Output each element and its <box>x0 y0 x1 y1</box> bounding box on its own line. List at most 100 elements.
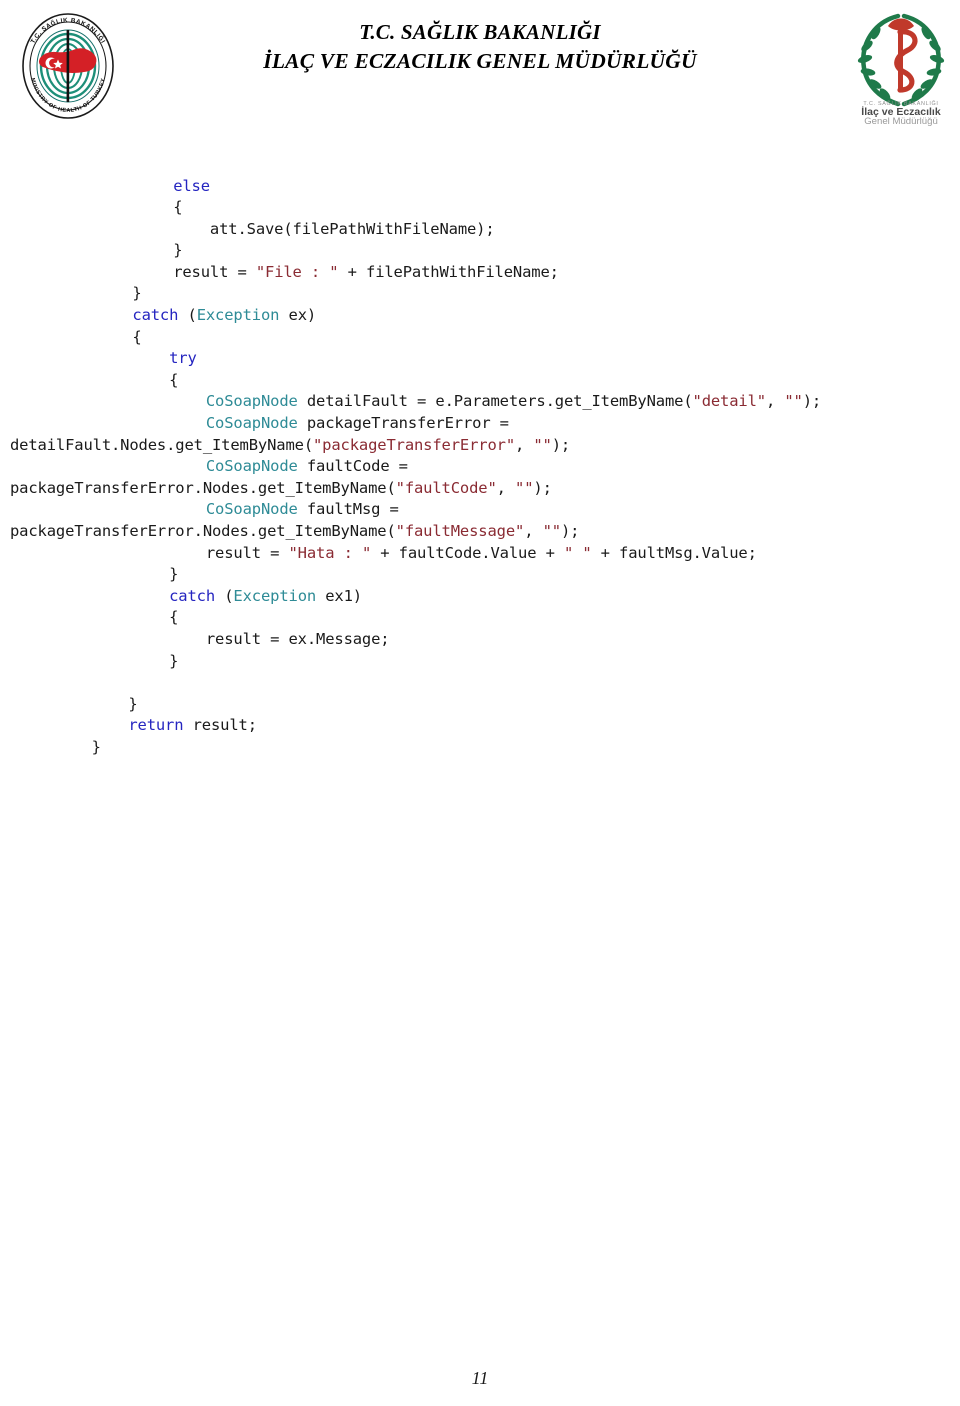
code-token-plain: , <box>496 478 516 497</box>
page-header: T.C. SAĞLIK BAKANLIĞI MINISTRY OF HEALTH… <box>0 0 960 132</box>
code-token-plain: detailFault = e.Parameters.get_ItemByNam… <box>297 392 693 411</box>
code-line: catch (Exception ex1) <box>0 586 960 608</box>
code-token-type: CoSoapNode <box>205 414 298 433</box>
code-token-plain: } <box>132 284 142 303</box>
code-line: } <box>0 564 960 586</box>
code-line: } <box>0 694 960 716</box>
code-token-plain: ); <box>551 435 571 454</box>
page-footer: 11 <box>0 1368 960 1389</box>
code-line: } <box>0 240 960 262</box>
code-token-plain: { <box>132 370 179 389</box>
code-token-plain: faultCode = <box>297 457 408 476</box>
code-token-plain: detailFault.Nodes.get_ItemByName( <box>10 435 313 454</box>
code-token-plain: + faultMsg.Value; <box>591 543 757 562</box>
code-token-plain: } <box>91 694 138 713</box>
code-line: result = "Hata : " + faultCode.Value + "… <box>0 543 960 565</box>
code-token-plain: { <box>173 198 183 217</box>
code-line: else <box>0 176 960 198</box>
code-token-plain: } <box>132 565 179 584</box>
code-token-kw: else <box>173 176 210 195</box>
header-title-line-1: T.C. SAĞLIK BAKANLIĞI <box>359 20 601 44</box>
code-token-str: "" <box>784 392 803 411</box>
code-line: CoSoapNode detailFault = e.Parameters.ge… <box>0 391 960 413</box>
code-token-plain: ex) <box>279 306 317 325</box>
code-block: else{ att.Save(filePathWithFileName);} re… <box>0 176 960 759</box>
code-line: result = "File : " + filePathWithFileNam… <box>0 262 960 284</box>
code-line: { <box>0 370 960 392</box>
code-token-kw: return <box>128 716 184 735</box>
code-token-plain: result = <box>173 262 256 281</box>
code-token-str: "detail" <box>692 392 767 411</box>
code-line: CoSoapNode faultCode = <box>0 456 960 478</box>
code-token-type: CoSoapNode <box>205 392 298 411</box>
code-token-type: CoSoapNode <box>205 500 298 519</box>
code-token-str: " " <box>563 543 592 562</box>
header-title-line-2: İLAÇ VE ECZACILIK GENEL MÜDÜRLÜĞÜ <box>263 49 697 73</box>
code-token-plain: } <box>91 737 101 756</box>
code-token-plain: faultMsg = <box>297 500 399 519</box>
code-token-plain: } <box>132 651 179 670</box>
code-token-type: Exception <box>196 306 280 325</box>
code-token-str: "faultMessage" <box>395 522 525 540</box>
code-token-plain: att.Save(filePathWithFileName); <box>173 219 495 238</box>
code-line: } <box>0 283 960 305</box>
code-token-str: "File : " <box>255 262 339 281</box>
code-token-plain: , <box>524 522 543 540</box>
code-token-plain: ex1) <box>316 586 362 605</box>
code-line: CoSoapNode packageTransferError = <box>0 413 960 435</box>
code-token-str: "" <box>533 435 552 454</box>
code-line: } <box>0 651 960 673</box>
code-line: return result; <box>0 715 960 737</box>
code-token-type: Exception <box>233 586 317 605</box>
code-token-plain: { <box>132 608 179 627</box>
code-line: try <box>0 348 960 370</box>
code-line: att.Save(filePathWithFileName); <box>0 219 960 241</box>
code-token-str: "" <box>515 478 534 497</box>
page-number: 11 <box>471 1368 489 1388</box>
code-token-str: "" <box>542 522 562 540</box>
code-line: { <box>0 327 960 349</box>
code-token-kw: try <box>169 349 197 368</box>
code-line: packageTransferError.Nodes.get_ItemByNam… <box>0 521 960 543</box>
code-token-plain: result; <box>183 716 257 735</box>
code-token-kw: catch <box>132 306 179 325</box>
code-token-plain: , <box>765 392 785 411</box>
code-token-plain: packageTransferError.Nodes.get_ItemByNam… <box>10 522 396 540</box>
code-token-plain: + faultCode.Value + <box>371 543 564 562</box>
code-token-plain: packageTransferError.Nodes.get_ItemByNam… <box>10 478 396 497</box>
code-token-plain: ); <box>533 478 552 497</box>
code-token-plain: result = <box>132 543 289 562</box>
code-token-plain: { <box>132 327 142 346</box>
ministry-of-health-seal-icon: T.C. SAĞLIK BAKANLIĞI MINISTRY OF HEALTH… <box>14 8 122 124</box>
code-token-plain: ( <box>215 586 234 605</box>
code-token-plain: ); <box>560 522 580 540</box>
page-title: T.C. SAĞLIK BAKANLIĞI İLAÇ VE ECZACILIK … <box>180 18 780 76</box>
code-line: catch (Exception ex) <box>0 305 960 327</box>
code-token-str: "Hata : " <box>288 543 372 562</box>
code-token-plain: , <box>515 435 534 454</box>
code-token-str: "faultCode" <box>395 478 497 497</box>
code-line: result = ex.Message; <box>0 629 960 651</box>
code-line: packageTransferError.Nodes.get_ItemByNam… <box>0 478 960 500</box>
code-line: { <box>0 607 960 629</box>
code-token-kw: catch <box>169 586 216 605</box>
code-token-plain: ); <box>802 392 822 411</box>
code-token-plain: } <box>173 241 183 260</box>
code-line: } <box>0 737 960 759</box>
code-line: detailFault.Nodes.get_ItemByName("packag… <box>0 435 960 457</box>
code-line: { <box>0 197 960 219</box>
code-token-plain: + filePathWithFileName; <box>338 262 559 281</box>
code-token-type: CoSoapNode <box>205 457 298 476</box>
ilac-eczacilik-logo-icon: T.C. SAĞLIK BAKANLIĞI İlaç ve Eczacılık … <box>846 2 956 127</box>
code-token-str: "packageTransferError" <box>313 435 515 454</box>
code-token-plain: ( <box>178 306 197 325</box>
svg-text:Genel Müdürlüğü: Genel Müdürlüğü <box>864 116 938 126</box>
